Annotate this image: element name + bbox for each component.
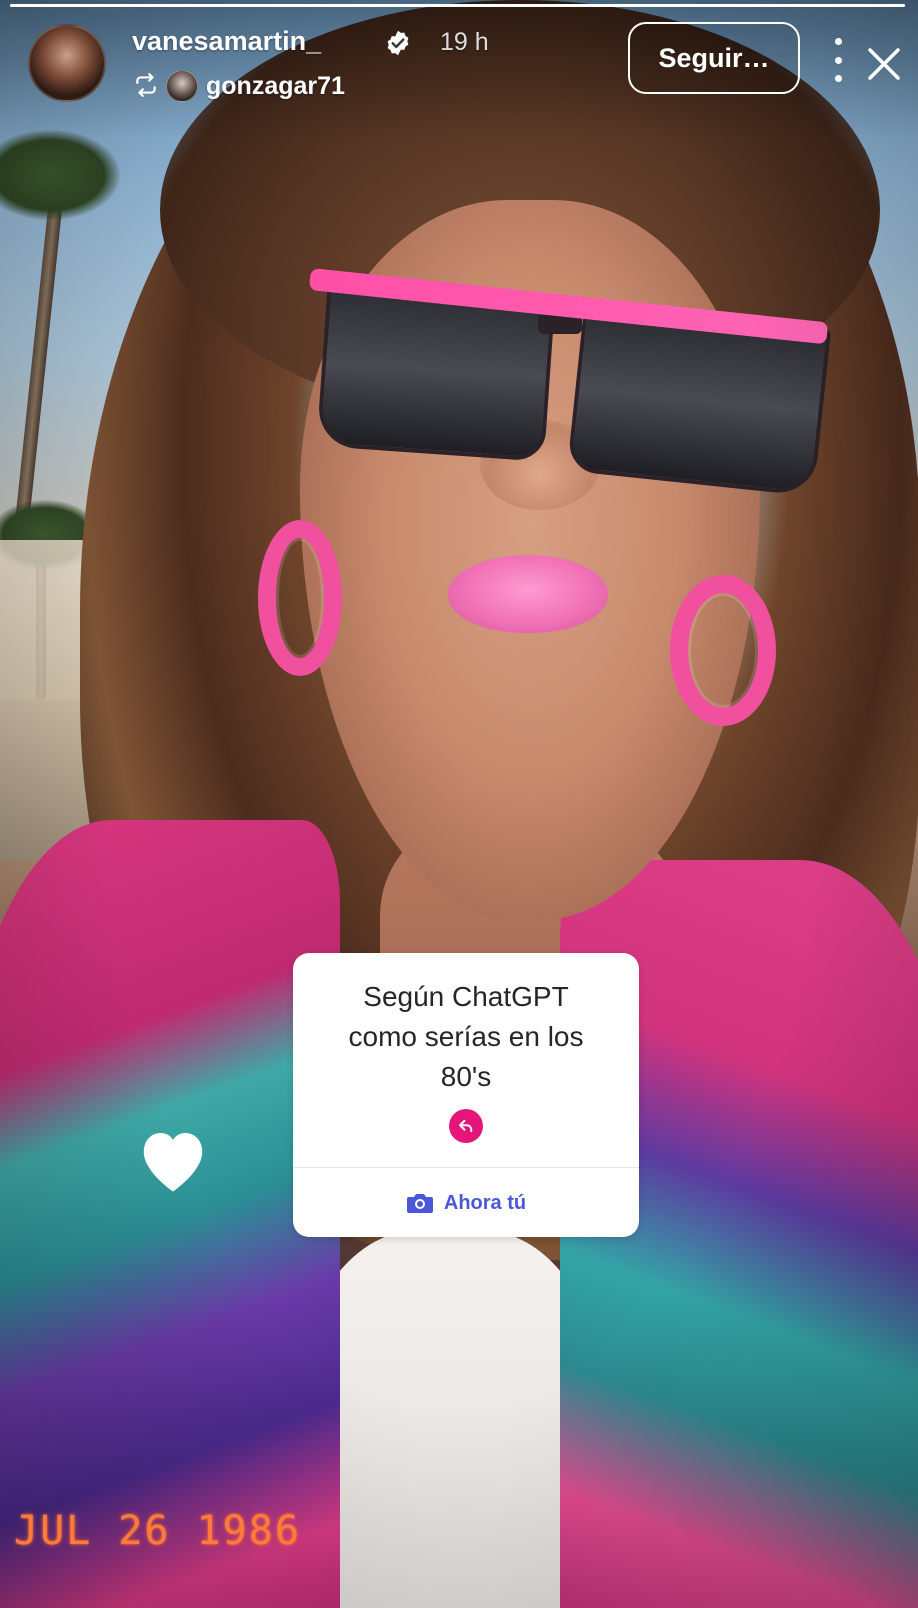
follow-button[interactable]: Seguir… (628, 22, 800, 94)
sticker-prompt-text: Según ChatGPT como serías en los 80's (348, 981, 584, 1092)
story-image (0, 0, 918, 1608)
camera-icon (406, 1194, 433, 1213)
avatar[interactable] (28, 24, 106, 102)
story-progress-bar (10, 4, 905, 7)
reply-arrow-icon[interactable] (449, 1109, 483, 1143)
repost-user-avatar[interactable] (166, 70, 198, 102)
repost-icon (136, 73, 156, 97)
heart-icon[interactable] (134, 1122, 212, 1196)
more-dots-icon[interactable] (826, 38, 850, 82)
vignette (0, 0, 918, 1608)
post-timestamp: 19 h (440, 28, 489, 56)
repost-username[interactable]: gonzagar71 (206, 72, 345, 101)
ahora-tu-button[interactable]: Ahora tú (293, 1171, 639, 1235)
add-yours-sticker[interactable]: Según ChatGPT como serías en los 80's Ah… (293, 953, 639, 1237)
close-icon[interactable] (864, 44, 904, 84)
username[interactable]: vanesamartin_ (132, 26, 321, 57)
ahora-tu-label: Ahora tú (443, 1191, 527, 1214)
story-progress-fill (10, 4, 905, 7)
sticker-divider (293, 1167, 639, 1168)
date-stamp: JUL 26 1986 (14, 1508, 301, 1554)
verified-badge-icon (387, 30, 409, 56)
